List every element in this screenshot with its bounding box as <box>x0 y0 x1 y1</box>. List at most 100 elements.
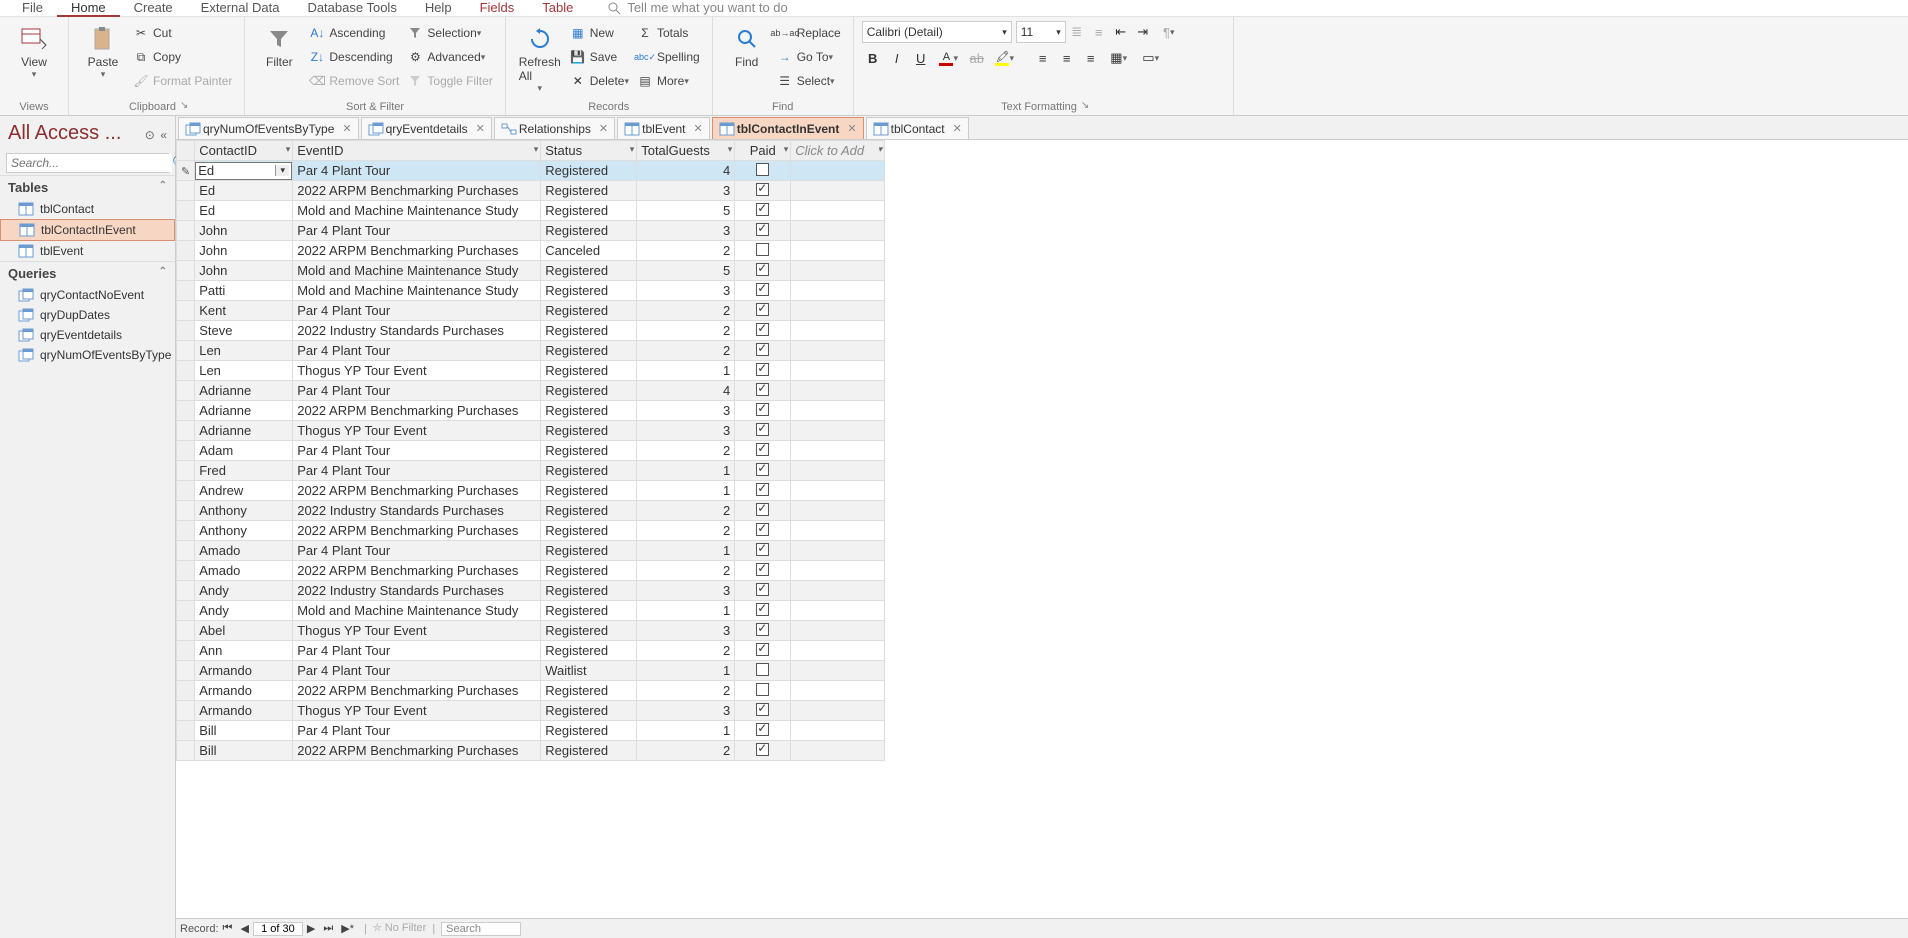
cell-status[interactable]: Registered <box>541 741 637 761</box>
checkbox[interactable] <box>756 563 769 576</box>
checkbox[interactable] <box>756 343 769 356</box>
bold-button[interactable]: B <box>862 47 884 69</box>
replace-button[interactable]: ab→acReplace <box>773 22 845 44</box>
nav-item-tblcontactinevent[interactable]: tblContactInEvent <box>0 219 175 241</box>
cell-eventid[interactable]: Par 4 Plant Tour <box>293 721 541 741</box>
cell-status[interactable]: Registered <box>541 401 637 421</box>
cell-totalguests[interactable]: 2 <box>637 301 735 321</box>
cell-add[interactable] <box>791 221 885 241</box>
cell-contactid[interactable]: John <box>195 241 293 261</box>
cell-totalguests[interactable]: 2 <box>637 321 735 341</box>
cell-paid[interactable] <box>735 441 791 461</box>
chevron-down-icon[interactable]: ▾ <box>534 144 539 155</box>
menu-create[interactable]: Create <box>120 0 187 15</box>
recnav-prev-button[interactable]: ◀ <box>236 922 252 935</box>
table-row[interactable]: Ed2022 ARPM Benchmarking PurchasesRegist… <box>177 181 885 201</box>
recnav-search[interactable]: Search <box>441 922 521 936</box>
row-selector[interactable] <box>177 161 195 181</box>
cell-add[interactable] <box>791 641 885 661</box>
cell-contactid[interactable]: Amado <box>195 561 293 581</box>
tell-me-search[interactable]: Tell me what you want to do <box>607 0 787 15</box>
cell-status[interactable]: Registered <box>541 601 637 621</box>
cell-eventid[interactable]: 2022 ARPM Benchmarking Purchases <box>293 181 541 201</box>
toggle-filter-button[interactable]: Toggle Filter <box>403 70 496 92</box>
cell-add[interactable] <box>791 501 885 521</box>
descending-button[interactable]: Z↓Descending <box>305 46 403 68</box>
cell-add[interactable] <box>791 241 885 261</box>
chevron-down-icon[interactable]: ▾ <box>275 165 289 176</box>
table-row[interactable]: PattiMold and Machine Maintenance StudyR… <box>177 281 885 301</box>
italic-button[interactable]: I <box>886 47 908 69</box>
find-button[interactable]: Find <box>721 21 773 73</box>
cell-status[interactable]: Registered <box>541 301 637 321</box>
cell-eventid[interactable]: 2022 ARPM Benchmarking Purchases <box>293 401 541 421</box>
tab-qrynumofeventsbytype[interactable]: qryNumOfEventsByType✕ <box>178 117 359 139</box>
more-button[interactable]: ▤More <box>633 70 704 92</box>
chevron-down-icon[interactable]: ▾ <box>286 144 291 155</box>
row-selector[interactable] <box>177 461 195 481</box>
checkbox[interactable] <box>756 443 769 456</box>
cell-contactid[interactable]: Ed <box>195 181 293 201</box>
cell-contactid[interactable]: John <box>195 261 293 281</box>
spelling-button[interactable]: abc✓Spelling <box>633 46 704 68</box>
bullets-button[interactable]: ≣ <box>1066 21 1088 43</box>
cell-eventid[interactable]: Par 4 Plant Tour <box>293 341 541 361</box>
cell-contactid[interactable]: Armando <box>195 661 293 681</box>
cell-contactid[interactable]: Andy <box>195 601 293 621</box>
numbering-button[interactable]: ≡ <box>1088 21 1110 43</box>
gridlines-button[interactable]: ▦ <box>1104 47 1134 69</box>
select-all-corner[interactable] <box>177 141 195 161</box>
cell-add[interactable] <box>791 561 885 581</box>
table-row[interactable]: AmadoPar 4 Plant TourRegistered1 <box>177 541 885 561</box>
cell-add[interactable] <box>791 721 885 741</box>
cell-status[interactable]: Registered <box>541 541 637 561</box>
checkbox[interactable] <box>756 223 769 236</box>
nav-item-tblcontact[interactable]: tblContact <box>0 199 175 219</box>
cell-contactid[interactable]: Armando <box>195 701 293 721</box>
row-selector[interactable] <box>177 301 195 321</box>
font-size-combo[interactable]: 11▾ <box>1016 21 1066 43</box>
cell-totalguests[interactable]: 3 <box>637 181 735 201</box>
cell-status[interactable]: Registered <box>541 621 637 641</box>
remove-sort-button[interactable]: ⌫Remove Sort <box>305 70 403 92</box>
row-selector[interactable] <box>177 561 195 581</box>
cell-contactid[interactable]: Steve <box>195 321 293 341</box>
cell-paid[interactable] <box>735 221 791 241</box>
checkbox[interactable] <box>756 603 769 616</box>
nav-search-input[interactable] <box>7 154 172 172</box>
cell-totalguests[interactable]: 2 <box>637 341 735 361</box>
close-icon[interactable]: ✕ <box>342 122 351 135</box>
indent-decrease-button[interactable]: ⇤ <box>1110 21 1132 43</box>
cut-button[interactable]: ✂Cut <box>129 22 236 44</box>
chevron-down-icon[interactable]: ▾ <box>784 144 789 155</box>
cell-add[interactable] <box>791 301 885 321</box>
cell-contactid[interactable]: Fred <box>195 461 293 481</box>
cell-totalguests[interactable]: 2 <box>637 521 735 541</box>
nav-header[interactable]: All Access ... ⊙ « <box>0 116 175 151</box>
cell-eventid[interactable]: 2022 Industry Standards Purchases <box>293 581 541 601</box>
table-row[interactable]: JohnMold and Machine Maintenance StudyRe… <box>177 261 885 281</box>
checkbox[interactable] <box>756 623 769 636</box>
menu-fields[interactable]: Fields <box>466 0 529 15</box>
cell-totalguests[interactable]: 5 <box>637 201 735 221</box>
copy-button[interactable]: ⧉Copy <box>129 46 236 68</box>
cell-totalguests[interactable]: 1 <box>637 721 735 741</box>
select-button[interactable]: ☰Select <box>773 70 845 92</box>
cell-add[interactable] <box>791 261 885 281</box>
cell-add[interactable] <box>791 421 885 441</box>
checkbox[interactable] <box>756 423 769 436</box>
cell-status[interactable]: Registered <box>541 721 637 741</box>
cell-add[interactable] <box>791 741 885 761</box>
checkbox[interactable] <box>756 283 769 296</box>
cell-add[interactable] <box>791 381 885 401</box>
cell-add[interactable] <box>791 361 885 381</box>
tab-tblcontact[interactable]: tblContact✕ <box>866 117 969 139</box>
col-header-totalguests[interactable]: TotalGuests▾ <box>637 141 735 161</box>
font-name-combo[interactable]: Calibri (Detail)▾ <box>862 21 1012 43</box>
table-row[interactable]: John2022 ARPM Benchmarking PurchasesCanc… <box>177 241 885 261</box>
cell-add[interactable] <box>791 341 885 361</box>
table-row[interactable]: Ed▾Par 4 Plant TourRegistered4 <box>177 161 885 181</box>
cell-paid[interactable] <box>735 161 791 181</box>
cell-status[interactable]: Waitlist <box>541 661 637 681</box>
cell-paid[interactable] <box>735 481 791 501</box>
